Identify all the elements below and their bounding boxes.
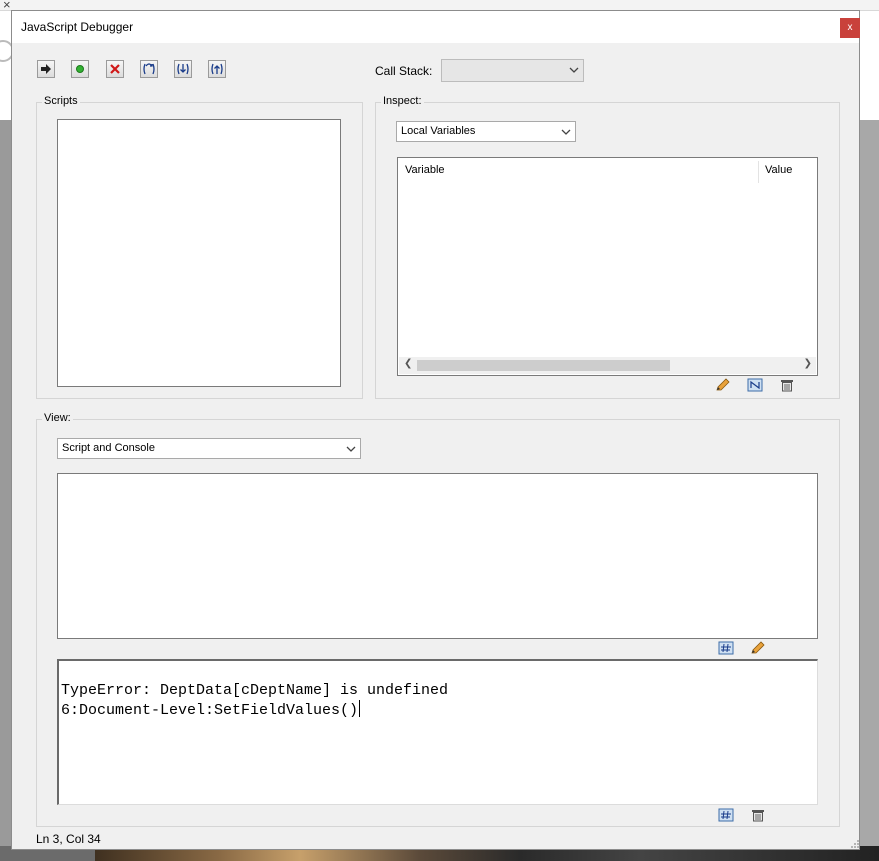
horizontal-scrollbar[interactable]: ❮ ❯	[399, 357, 816, 374]
console-output[interactable]: TypeError: DeptData[cDeptName] is undefi…	[61, 681, 448, 720]
view-label: View:	[42, 412, 73, 424]
column-header-value[interactable]: Value	[765, 164, 792, 176]
green-dot-icon	[76, 65, 84, 73]
call-stack-select[interactable]	[441, 59, 584, 82]
console-line: TypeError: DeptData[cDeptName] is undefi…	[61, 682, 449, 699]
arrow-right-icon	[41, 64, 51, 74]
delete-variable-button[interactable]	[779, 378, 795, 392]
red-x-icon	[110, 64, 120, 74]
edit-variable-button[interactable]	[715, 378, 731, 392]
resize-grip-icon[interactable]	[850, 839, 860, 849]
hash-icon	[718, 808, 734, 822]
step-into-button[interactable]	[174, 60, 192, 78]
edit-script-button[interactable]	[750, 641, 766, 655]
scroll-right-icon[interactable]: ❯	[804, 358, 812, 369]
clear-console-button[interactable]	[750, 808, 766, 822]
view-select[interactable]: Script and Console	[57, 438, 361, 459]
scrollbar-thumb[interactable]	[417, 360, 670, 371]
hash-icon	[718, 641, 734, 655]
step-over-button[interactable]	[140, 60, 158, 78]
step-into-icon	[177, 63, 189, 75]
title-bar[interactable]: JavaScript Debugger x	[12, 11, 860, 43]
resume-button[interactable]	[37, 60, 55, 78]
chevron-down-icon	[346, 446, 356, 452]
window-title: JavaScript Debugger	[21, 20, 134, 34]
watch-icon	[747, 378, 763, 392]
console-line-numbers-button[interactable]	[718, 808, 734, 822]
inspect-select[interactable]: Local Variables	[396, 121, 576, 142]
view-selected: Script and Console	[62, 442, 155, 454]
chevron-down-icon	[561, 129, 571, 135]
trash-icon	[781, 380, 793, 392]
scripts-label: Scripts	[42, 95, 80, 107]
text-caret	[359, 700, 361, 717]
column-divider	[758, 161, 759, 183]
background-panel	[860, 120, 879, 850]
step-out-icon	[211, 63, 223, 75]
close-button[interactable]: x	[840, 18, 860, 38]
pencil-icon	[716, 378, 730, 391]
watch-variable-button[interactable]	[747, 378, 763, 392]
call-stack-label: Call Stack:	[375, 64, 433, 78]
pencil-icon	[751, 641, 765, 654]
console-pane[interactable]: TypeError: DeptData[cDeptName] is undefi…	[57, 659, 818, 805]
break-button[interactable]	[71, 60, 89, 78]
line-numbers-button[interactable]	[718, 641, 734, 655]
scroll-left-icon[interactable]: ❮	[404, 358, 412, 369]
cursor-position-status: Ln 3, Col 34	[36, 832, 101, 846]
inspect-selected: Local Variables	[401, 125, 476, 137]
javascript-debugger-dialog: JavaScript Debugger x Call Stack: Script…	[11, 10, 860, 850]
scripts-list[interactable]	[57, 119, 341, 387]
step-over-icon	[143, 63, 155, 75]
script-pane[interactable]	[57, 473, 818, 639]
chevron-down-icon	[569, 67, 579, 73]
column-header-variable[interactable]: Variable	[405, 164, 445, 176]
quit-button[interactable]	[106, 60, 124, 78]
trash-icon	[752, 810, 764, 822]
background-close-icon: ×	[3, 0, 11, 12]
console-line: 6:Document-Level:SetFieldValues()	[61, 702, 359, 719]
step-out-button[interactable]	[208, 60, 226, 78]
variables-table[interactable]: Variable Value ❮ ❯	[397, 157, 818, 376]
inspect-label: Inspect:	[381, 95, 424, 107]
